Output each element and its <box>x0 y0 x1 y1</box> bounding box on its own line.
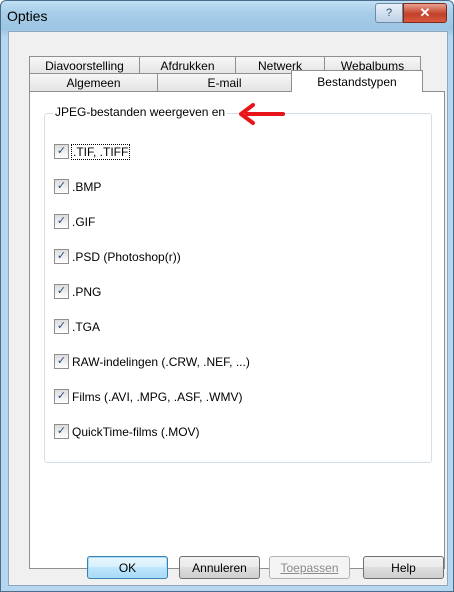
checkbox-label: QuickTime-films (.MOV) <box>72 424 200 439</box>
title-buttons: ? ✕ <box>375 3 447 23</box>
checkbox-label: RAW-indelingen (.CRW, .NEF, ...) <box>72 354 250 369</box>
file-type-checkbox-list: ✓ .TIF, .TIFF ✓ .BMP ✓ .GIF ✓ .PSD (Phot… <box>54 134 250 449</box>
tab-algemeen[interactable]: Algemeen <box>29 73 158 91</box>
checkbox-item-films[interactable]: ✓ Films (.AVI, .MPG, .ASF, .WMV) <box>54 379 250 414</box>
tab-afdrukken[interactable]: Afdrukken <box>139 56 236 74</box>
checkbox-label: .PSD (Photoshop(r)) <box>72 249 181 264</box>
checkbox-label: .TGA <box>72 319 101 334</box>
checkbox-item-quicktime[interactable]: ✓ QuickTime-films (.MOV) <box>54 414 250 449</box>
options-dialog: Opties ? ✕ Diavoorstelling Afdrukken Net… <box>0 0 454 592</box>
checkbox[interactable]: ✓ <box>54 144 69 159</box>
checkbox-label: .PNG <box>72 284 102 299</box>
apply-button-label: Toepassen <box>280 560 339 575</box>
checkbox-item-bmp[interactable]: ✓ .BMP <box>54 169 250 204</box>
tab-email[interactable]: E-mail <box>157 73 292 91</box>
help-button[interactable]: Help <box>363 556 444 579</box>
file-types-group: JPEG-bestanden weergeven en ✓ .TIF, .TIF… <box>44 103 432 463</box>
checkbox-label: .TIF, .TIFF <box>70 143 131 160</box>
checkbox-item-tif[interactable]: ✓ .TIF, .TIFF <box>54 134 250 169</box>
tab-panel-bestandstypen: JPEG-bestanden weergeven en ✓ .TIF, .TIF… <box>29 91 445 569</box>
help-icon[interactable]: ? <box>375 3 403 23</box>
checkbox[interactable]: ✓ <box>54 284 69 299</box>
checkbox-label: .BMP <box>72 179 102 194</box>
apply-button[interactable]: Toepassen <box>269 556 350 579</box>
tab-row-2: Algemeen E-mail Bestandstypen <box>29 70 423 92</box>
checkbox-item-raw[interactable]: ✓ RAW-indelingen (.CRW, .NEF, ...) <box>54 344 250 379</box>
checkbox-item-png[interactable]: ✓ .PNG <box>54 274 250 309</box>
close-icon[interactable]: ✕ <box>403 3 447 23</box>
checkbox-label: Films (.AVI, .MPG, .ASF, .WMV) <box>72 389 243 404</box>
checkbox[interactable]: ✓ <box>54 179 69 194</box>
tab-diavoorstelling[interactable]: Diavoorstelling <box>29 56 140 74</box>
group-legend: JPEG-bestanden weergeven en <box>53 105 228 119</box>
cancel-button[interactable]: Annuleren <box>179 556 260 579</box>
checkbox-label: .GIF <box>72 214 96 229</box>
checkbox[interactable]: ✓ <box>54 249 69 264</box>
checkbox[interactable]: ✓ <box>54 319 69 334</box>
checkbox[interactable]: ✓ <box>54 214 69 229</box>
tab-bestandstypen[interactable]: Bestandstypen <box>291 70 423 92</box>
checkbox[interactable]: ✓ <box>54 424 69 439</box>
window-title: Opties <box>7 8 48 24</box>
checkbox[interactable]: ✓ <box>54 354 69 369</box>
checkbox[interactable]: ✓ <box>54 389 69 404</box>
checkbox-item-gif[interactable]: ✓ .GIF <box>54 204 250 239</box>
ok-button[interactable]: OK <box>87 556 168 579</box>
dialog-client-area: Diavoorstelling Afdrukken Netwerk Webalb… <box>8 31 448 586</box>
checkbox-item-tga[interactable]: ✓ .TGA <box>54 309 250 344</box>
title-bar[interactable]: Opties ? ✕ <box>1 1 453 31</box>
checkbox-item-psd[interactable]: ✓ .PSD (Photoshop(r)) <box>54 239 250 274</box>
red-arrow-icon <box>239 103 285 125</box>
